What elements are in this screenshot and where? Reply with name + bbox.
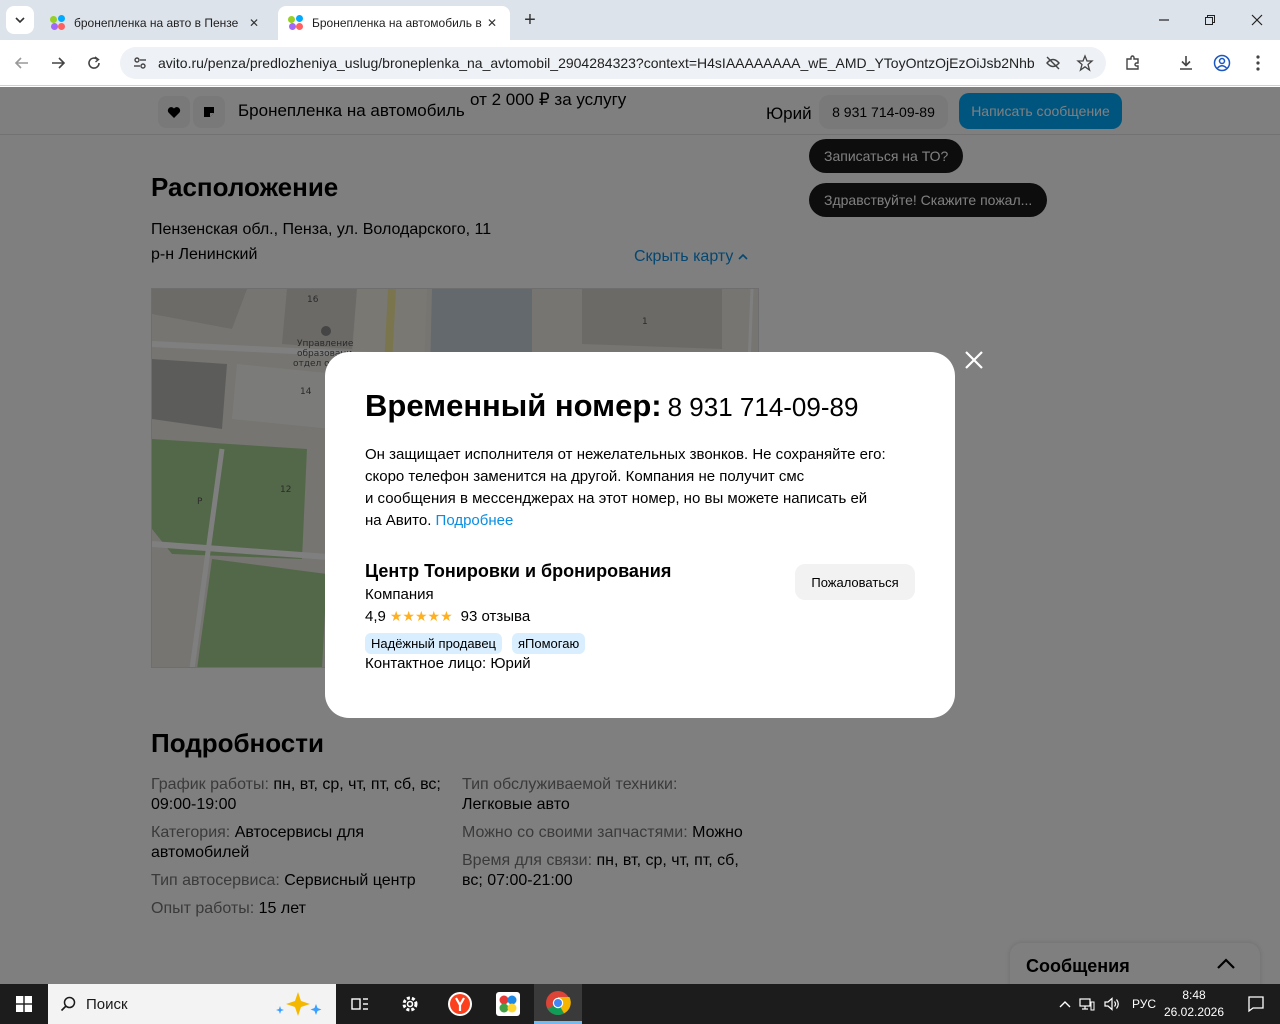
network-icon <box>1079 998 1095 1011</box>
profile-button[interactable] <box>1208 49 1236 77</box>
windows-taskbar: Поиск РУС 8:48 26.02.2026 <box>0 984 1280 1024</box>
company-name[interactable]: Центр Тонировки и бронирования <box>365 561 671 582</box>
extensions-button[interactable] <box>1119 49 1147 77</box>
contact-person: Контактное лицо: Юрий <box>365 655 531 672</box>
company-type: Компания <box>365 586 434 603</box>
avito-favicon-icon <box>288 15 304 31</box>
reliable-seller-badge[interactable]: Надёжный продавец <box>365 633 502 654</box>
address-bar[interactable]: avito.ru/penza/predlozheniya_uslug/brone… <box>120 47 1106 79</box>
close-icon <box>965 351 983 369</box>
back-button[interactable] <box>8 49 36 77</box>
arrow-right-icon <box>52 57 66 69</box>
browser-toolbar: avito.ru/penza/predlozheniya_uslug/brone… <box>0 40 1280 86</box>
minimize-icon <box>1159 19 1169 21</box>
url-text[interactable]: avito.ru/penza/predlozheniya_uslug/brone… <box>158 55 1034 71</box>
start-button[interactable] <box>0 984 48 1024</box>
close-tab-icon[interactable]: ✕ <box>484 15 500 31</box>
modal-description: Он защищает исполнителя от нежелательных… <box>365 446 886 529</box>
sparkle-icon <box>276 992 322 1016</box>
taskbar-clock[interactable]: 8:48 26.02.2026 <box>1160 987 1228 1021</box>
clock-time: 8:48 <box>1182 988 1206 1002</box>
modal-title: Временный номер: 8 931 714-09-89 <box>365 388 859 423</box>
minimize-button[interactable] <box>1141 8 1187 32</box>
input-language[interactable]: РУС <box>1132 997 1156 1011</box>
browser-menu-button[interactable] <box>1244 49 1272 77</box>
network-status[interactable] <box>1074 997 1100 1011</box>
settings-app-button[interactable] <box>386 984 434 1024</box>
gear-icon <box>402 996 418 1012</box>
speaker-icon <box>1104 997 1119 1011</box>
temporary-phone-number: 8 931 714-09-89 <box>667 392 859 422</box>
close-tab-icon[interactable]: ✕ <box>246 15 262 31</box>
puzzle-icon <box>1126 55 1139 70</box>
notifications-button[interactable] <box>1232 984 1280 1024</box>
close-window-button[interactable] <box>1234 8 1280 32</box>
windows-logo-icon <box>16 996 32 1012</box>
arrow-left-icon <box>14 57 28 69</box>
site-settings-icon[interactable] <box>132 55 148 71</box>
bookmark-star-icon[interactable] <box>1076 54 1094 72</box>
tracking-protection-icon[interactable] <box>1044 54 1062 72</box>
chrome-icon <box>546 990 571 1015</box>
volume-control[interactable] <box>1100 997 1126 1011</box>
browser-tab-bar: бронепленка на авто в Пензе ✕ Бронепленк… <box>0 0 1280 40</box>
taskbar-search-box[interactable]: Поиск <box>48 984 336 1024</box>
task-view-icon <box>351 998 368 1010</box>
reload-button[interactable] <box>80 49 108 77</box>
chevron-down-icon <box>15 17 25 24</box>
system-tray: РУС <box>1056 984 1156 1024</box>
reload-icon <box>88 56 100 69</box>
search-icon <box>60 996 76 1012</box>
more-vertical-icon <box>1256 55 1260 71</box>
browser-tab-1[interactable]: бронепленка на авто в Пензе ✕ <box>40 6 272 40</box>
clock-date: 26.02.2026 <box>1163 1005 1225 1019</box>
yandex-browser-icon <box>448 992 472 1016</box>
reviews-count[interactable]: 93 отзыва <box>461 608 531 625</box>
browser-tab-2[interactable]: Бронепленка на автомобиль в Пензе ✕ <box>278 6 510 40</box>
task-view-button[interactable] <box>336 984 384 1024</box>
tab-title: Бронепленка на автомобиль в Пензе <box>312 16 484 30</box>
download-icon <box>1180 56 1192 70</box>
tab-title: бронепленка на авто в Пензе <box>74 16 239 30</box>
modal-close-button[interactable] <box>962 348 986 372</box>
restore-icon <box>1205 15 1215 25</box>
close-icon <box>1251 14 1263 26</box>
seller-rating[interactable]: 4,9 ★★★★★ 93 отзыва <box>365 608 530 625</box>
show-hidden-icons-button[interactable] <box>1056 1000 1074 1008</box>
profile-icon <box>1213 54 1231 72</box>
avito-favicon-icon <box>50 15 66 31</box>
ya-pomogayu-badge[interactable]: яПомогаю <box>512 633 586 654</box>
rating-stars-icon: ★★★★★ <box>389 608 453 624</box>
rating-value: 4,9 <box>365 608 386 625</box>
more-info-link[interactable]: Подробнее <box>436 512 514 529</box>
photos-app-button[interactable] <box>484 984 532 1024</box>
photos-app-icon <box>496 992 520 1016</box>
search-label: Поиск <box>86 995 128 1013</box>
downloads-button[interactable] <box>1172 49 1200 77</box>
report-button[interactable]: Пожаловаться <box>795 564 915 600</box>
restore-button[interactable] <box>1187 8 1233 32</box>
notification-icon <box>1248 996 1264 1013</box>
yandex-browser-button[interactable] <box>436 984 484 1024</box>
chevron-up-icon <box>1059 1001 1071 1008</box>
forward-button[interactable] <box>44 49 72 77</box>
temporary-number-modal: Временный номер: 8 931 714-09-89 Он защищ… <box>325 352 955 718</box>
tab-search-button[interactable] <box>6 6 34 34</box>
chrome-app-button[interactable] <box>534 984 582 1024</box>
new-tab-button[interactable]: + <box>518 10 542 32</box>
